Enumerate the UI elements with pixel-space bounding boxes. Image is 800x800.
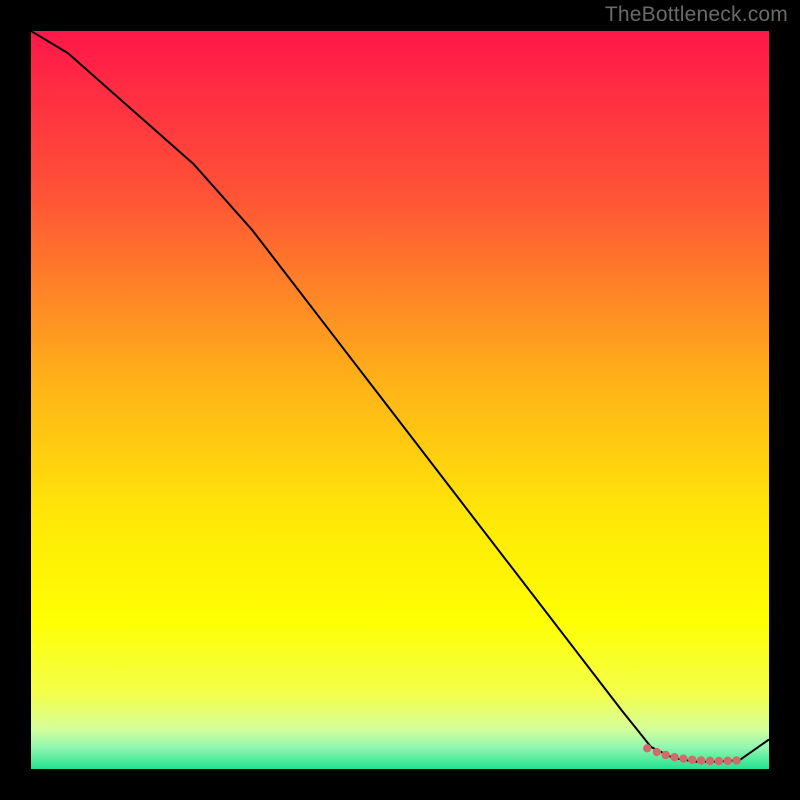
highlight-dot	[670, 753, 678, 761]
chart-frame: TheBottleneck.com	[0, 0, 800, 800]
highlight-dot	[679, 754, 687, 762]
gradient-background	[31, 31, 769, 769]
highlight-dot	[732, 756, 740, 764]
highlight-dot	[661, 751, 669, 759]
highlight-dot	[715, 757, 723, 765]
highlight-dot	[643, 744, 651, 752]
highlight-dot	[653, 748, 661, 756]
plot-area	[31, 31, 769, 769]
highlight-dot	[697, 756, 705, 764]
highlight-dot	[723, 757, 731, 765]
highlight-dot	[688, 756, 696, 764]
chart-svg	[31, 31, 769, 769]
highlight-dot	[706, 757, 714, 765]
attribution-text: TheBottleneck.com	[605, 3, 788, 27]
